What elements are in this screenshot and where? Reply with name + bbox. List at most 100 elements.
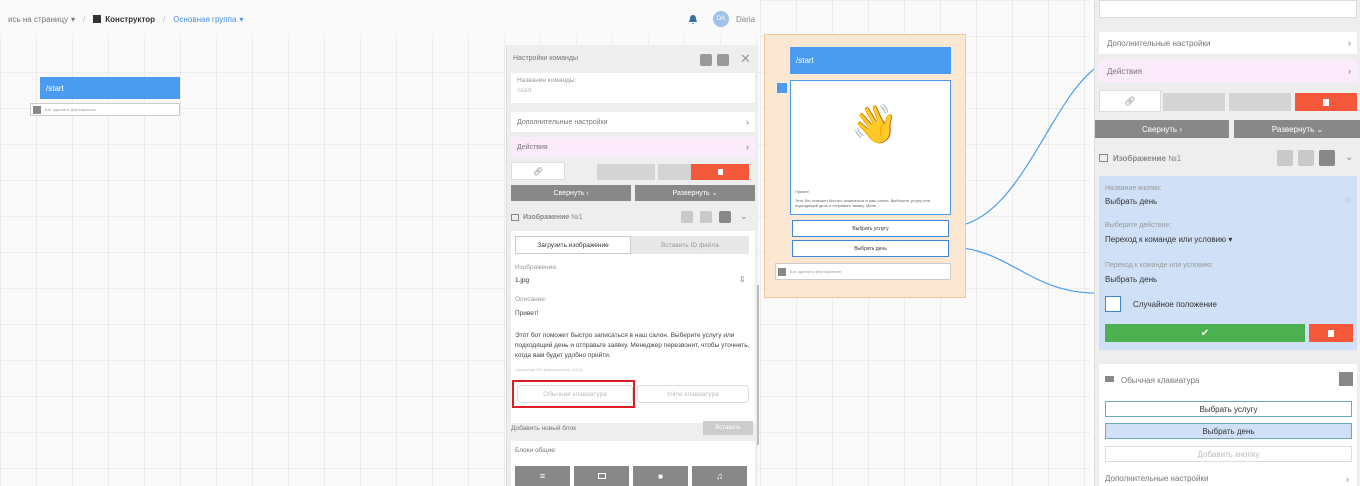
button-edit-card: Название кнопки: Выбрать день ◎ Выберите… [1099,176,1357,350]
panel-title: Настройки команды [513,55,578,62]
keyboard-button-service[interactable]: Выбрать услугу [1105,401,1352,417]
close-icon[interactable]: ✕ [740,51,751,67]
start-node-title: /start [46,83,64,93]
audio-block-button[interactable]: ♫ [692,466,747,486]
chevron-right-icon: › [746,117,749,127]
image-block-title: Изображение [1113,153,1166,163]
caret-down-icon: ▾ [1228,235,1233,244]
random-position-checkbox[interactable] [1105,296,1121,312]
file-id-tab[interactable]: Вставить ID файла [631,236,749,254]
command-name-field[interactable]: Название команды: /start [511,73,755,103]
chevron-down-icon[interactable]: ⌄ [1345,152,1353,163]
collapse-button[interactable]: Свернуть › [511,185,631,201]
flow-block-header[interactable]: /start [790,47,951,74]
extra-settings-row[interactable]: Дополнительные настройки › [511,112,755,132]
breadcrumb-separator: / [83,14,86,24]
image-icon [597,473,606,479]
text-icon [33,105,41,114]
description-text[interactable]: Этот бот поможет быстро записаться в наш… [515,331,753,361]
copy-icon[interactable] [717,54,729,66]
random-position-label: Случайное положение [1133,300,1217,309]
user-name[interactable]: Daria [736,15,755,24]
breadcrumb-back[interactable]: ись на страницу [8,15,68,24]
grid-icon [93,15,102,23]
delete-button[interactable] [1309,324,1353,342]
more-icon[interactable] [719,211,731,223]
keyboard-button-day[interactable]: Выбрать день [1105,423,1352,439]
keyboard-card: Обычная клавиатура Выбрать услугу Выбрат… [1099,364,1357,486]
trash-icon [717,169,723,175]
image-block-button[interactable] [574,466,629,486]
arrow-down-icon[interactable] [1277,150,1293,166]
extra-settings-label: Дополнительные настройки [517,118,608,126]
link-button[interactable]: 🔗︎ [511,162,565,180]
extra-settings-row-2[interactable]: Дополнительные настройки › [1105,474,1355,484]
upload-icon[interactable]: ⇩ [739,275,746,284]
delete-button[interactable] [691,164,749,180]
caption-greeting: Привет! [795,189,810,194]
info-icon: ◎ [1345,197,1352,204]
home-icon[interactable] [700,54,712,66]
toolbar-button[interactable] [1163,93,1225,111]
command-name-input[interactable]: /start [517,87,749,94]
panel-scrollbar[interactable] [757,285,759,445]
actions-row[interactable]: Действия › [511,137,755,157]
common-blocks-area: Блоки общие: ≡ ■ ♫ [511,441,755,486]
keyboard-icon [1105,376,1114,382]
delete-button[interactable] [1295,93,1357,111]
action-select[interactable]: Переход к команде или условию ▾ [1105,235,1232,244]
description-greeting[interactable]: Привет! [515,309,538,319]
breadcrumb-builder[interactable]: Конструктор [105,15,155,24]
start-node-header[interactable]: /start [40,77,180,99]
keyboard-button-label: Выбрать день [1202,426,1255,436]
more-icon[interactable] [1319,150,1335,166]
collapse-button[interactable]: Свернуть › [1095,120,1229,138]
arrow-down-icon[interactable] [681,211,693,223]
image-badge-icon [777,83,787,93]
chevron-right-icon: › [1348,66,1351,76]
action-label: Выберите действие: [1105,222,1172,229]
goto-value[interactable]: Выбрать день [1105,275,1157,284]
expand-button[interactable]: Развернуть ⌄ [635,185,755,201]
highlight-box [512,380,635,408]
video-block-button[interactable]: ■ [633,466,688,486]
description-counter: Символов: 190 (максимально: 1024) [515,367,583,372]
flow-block-title: /start [796,56,814,65]
group-selector[interactable]: Основная группа [173,15,236,24]
actions-row[interactable]: Действия › [1099,60,1357,82]
more-icon[interactable] [1339,372,1353,386]
start-node-footer[interactable]: Бот сделан в @smmplanner [30,103,180,116]
inline-keyboard-button[interactable]: Inline клавиатура [637,385,749,403]
arrow-up-icon[interactable] [700,211,712,223]
toolbar-button[interactable] [597,164,655,180]
toolbar-button[interactable] [1229,93,1291,111]
text-block-button[interactable]: ≡ [515,466,570,486]
upload-tab[interactable]: Загрузить изображение [515,236,631,254]
paste-button[interactable]: Вставить [703,421,753,435]
text-icon [778,267,786,276]
image-label: Изображение: [515,264,558,271]
start-flow-block[interactable]: /start 👋 Привет! Этот бот поможет быстро… [764,34,966,298]
extra-settings-row[interactable]: Дополнительные настройки › [1099,32,1357,54]
link-button[interactable]: 🔗︎ [1099,90,1161,112]
save-button[interactable]: ✔ [1105,324,1305,342]
keyboard-title: Обычная клавиатура [1121,376,1200,385]
image-block-title: Изображение [523,213,570,221]
start-node-footer-text: Бот сделан в @smmplanner [45,107,97,112]
chevron-down-icon: ▾ [70,14,75,24]
add-button-button[interactable]: Добавить кнопку [1105,446,1352,462]
image-block-body: Загрузить изображение Вставить ID файла … [511,231,755,423]
button-name-input[interactable]: Выбрать день [1105,197,1157,206]
flow-button-service[interactable]: Выбрать услугу [792,220,949,237]
image-file-value[interactable]: 1.jpg [515,277,529,284]
arrow-up-icon[interactable] [1298,150,1314,166]
flow-button-day[interactable]: Выбрать день [792,240,949,257]
image-block-header[interactable]: Изображение №1 [1099,148,1299,168]
avatar[interactable]: DA [713,11,729,27]
bell-icon[interactable] [688,14,698,25]
expand-button[interactable]: Развернуть ⌄ [1234,120,1360,138]
keyboard-button-label: Выбрать услугу [1199,404,1258,414]
chevron-down-icon[interactable]: ⌄ [740,211,748,222]
expand-label: Развернуть [1271,124,1315,134]
expand-label: Развернуть [672,189,710,197]
